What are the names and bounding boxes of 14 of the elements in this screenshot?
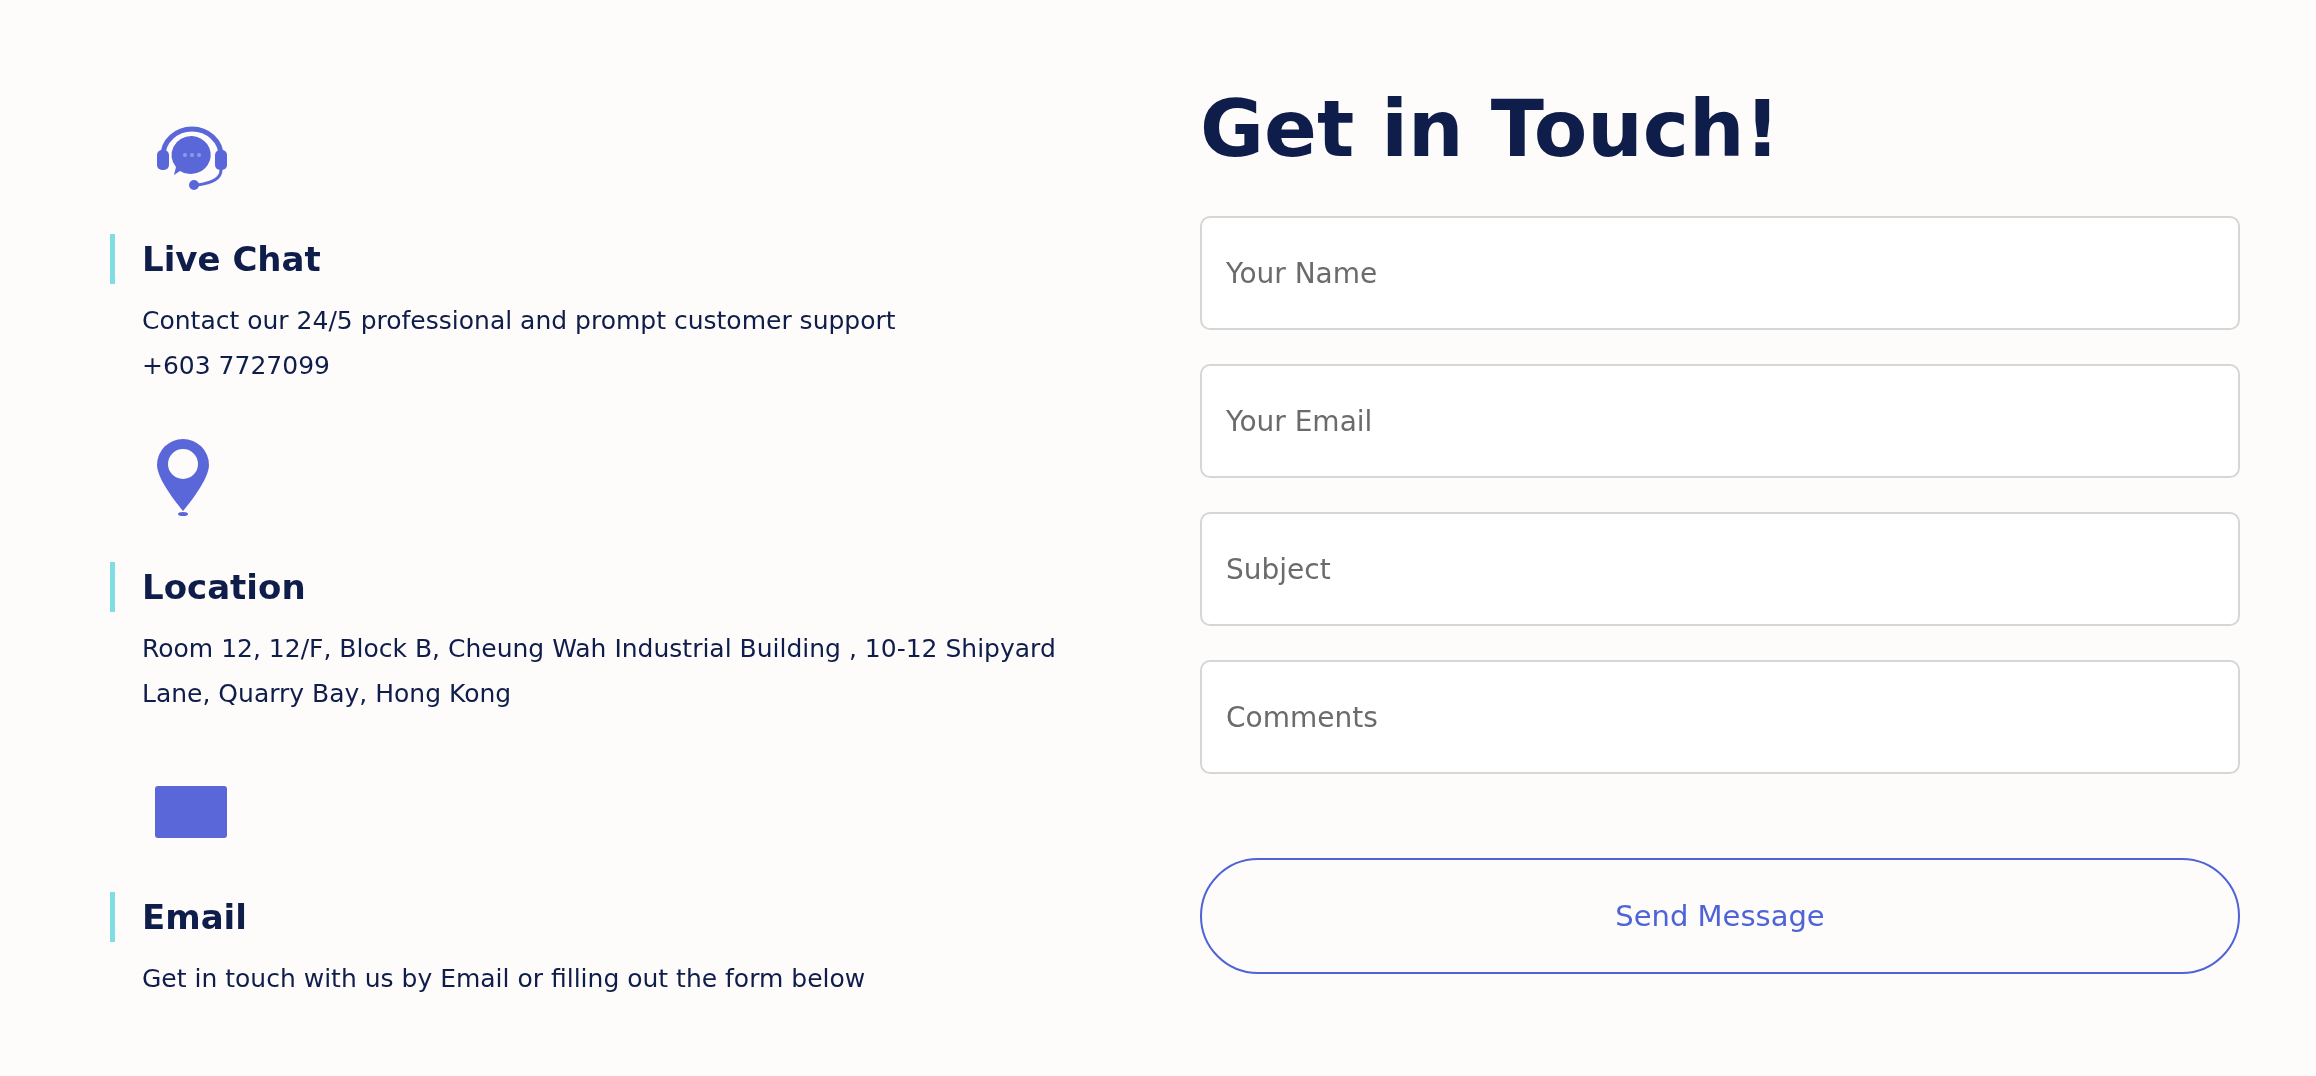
- section-heading: Live Chat: [110, 234, 1140, 284]
- location-pin-icon: [155, 437, 211, 517]
- section-heading: Email: [110, 892, 1140, 942]
- headset-chat-icon: [155, 126, 229, 192]
- input-field[interactable]: Subject: [1200, 512, 2240, 626]
- section-text: Get in touch with us by Email or filling out the form below: [142, 963, 867, 995]
- send-message-button[interactable]: Send Message: [1200, 858, 2240, 974]
- form-title: Get in Touch!: [1200, 84, 1782, 174]
- input-field[interactable]: Your Name: [1200, 216, 2240, 330]
- section-heading: Location: [110, 562, 1140, 612]
- section-text: Contact our 24/5 professional and prompt customer support +603 7727099: [142, 305, 897, 382]
- input-field[interactable]: Your Email: [1200, 364, 2240, 478]
- input-field[interactable]: Comments: [1200, 660, 2240, 774]
- section-text: Room 12, 12/F, Block B, Cheung Wah Industrial Building , 10-12 Shipyard Lane, Quarry Bay, Hong Kong: [142, 633, 1057, 710]
